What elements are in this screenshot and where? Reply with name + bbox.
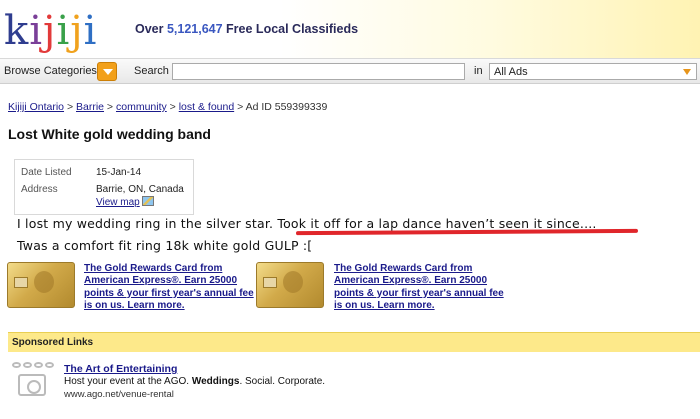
search-label: Search [134, 65, 169, 77]
sponsored-links-heading: Sponsored Links [12, 337, 94, 348]
chain-link-shape [23, 362, 32, 368]
map-icon[interactable] [141, 196, 154, 206]
in-label: in [474, 65, 483, 77]
breadcrumb-separator: > [104, 101, 116, 113]
sponsored-desc-bold: Weddings [191, 376, 240, 387]
tagline-prefix: Over [135, 22, 167, 36]
sponsored-links-header: Sponsored Links [8, 332, 700, 352]
chain-link-shape [12, 362, 21, 368]
address-label: Address [21, 184, 58, 195]
sponsored-link-description: Host your event at the AGO. Weddings. So… [64, 376, 325, 387]
breadcrumb-separator: > [234, 101, 246, 113]
listing-description-line-2: Twas a comfort fit ring 18k white gold G… [17, 238, 313, 253]
logo-letter: j [43, 8, 57, 54]
chain-link-shape [45, 362, 54, 368]
view-map-link[interactable]: View map [96, 197, 140, 208]
kijiji-logo[interactable]: k i j i j i [4, 5, 97, 51]
listing-title: Lost White gold wedding band [8, 126, 211, 142]
camera-body-shape [18, 374, 46, 396]
breadcrumb-separator: > [166, 101, 179, 113]
chain-link-shape [34, 362, 43, 368]
breadcrumb-link-community[interactable]: community [116, 101, 167, 113]
browse-categories-label[interactable]: Browse Categories [4, 65, 97, 77]
chevron-down-icon [683, 69, 691, 75]
logo-letter: k [4, 8, 30, 54]
sponsored-link-title[interactable]: The Art of Entertaining [64, 363, 177, 375]
site-tagline: Over 5,121,647 Free Local Classifieds [135, 22, 358, 36]
ad-link[interactable]: The Gold Rewards Card from American Expr… [84, 263, 254, 312]
camera-icon [12, 362, 58, 402]
logo-letter: i [83, 8, 98, 54]
listing-details-box: Date Listed 15-Jan-14 Address Barrie, ON… [14, 159, 194, 215]
credit-card-ad-image[interactable] [7, 262, 75, 308]
date-listed-value: 15-Jan-14 [96, 167, 142, 178]
search-input[interactable] [172, 63, 465, 80]
credit-card-ad-image[interactable] [256, 262, 324, 308]
listing-count: 5,121,647 [166, 22, 223, 36]
breadcrumb: Kijiji Ontario > Barrie > community > lo… [8, 101, 327, 113]
breadcrumb-separator: > [64, 101, 76, 113]
category-select-value: All Ads [494, 66, 528, 78]
sponsored-desc-suffix: . Social. Corporate. [239, 376, 326, 387]
view-map-wrapper: View map [96, 196, 154, 208]
search-bar: Browse Categories Search in All Ads [0, 58, 700, 84]
breadcrumb-link-barrie[interactable]: Barrie [76, 101, 104, 113]
breadcrumb-link-kijiji-ontario[interactable]: Kijiji Ontario [8, 101, 64, 113]
browse-categories-dropdown-icon[interactable] [97, 62, 117, 81]
sponsored-link-url[interactable]: www.ago.net/venue-rental [64, 389, 174, 400]
address-value: Barrie, ON, Canada [96, 184, 184, 195]
logo-letter: i [29, 8, 44, 54]
sponsored-desc-prefix: Host your event at the AGO. [64, 376, 192, 387]
category-select[interactable]: All Ads [489, 63, 697, 80]
tagline-suffix: Free Local Classifieds [222, 22, 359, 36]
ad-id: Ad ID 559399339 [245, 101, 328, 113]
site-header: k i j i j i Over 5,121,647 Free Local Cl… [0, 0, 700, 58]
date-listed-label: Date Listed [21, 167, 72, 178]
description-text-a: I lost my wedding ring in the silver sta… [17, 216, 278, 231]
breadcrumb-link-lost-found[interactable]: lost & found [179, 101, 234, 113]
logo-letter: i [56, 8, 71, 54]
logo-letter: j [70, 8, 84, 54]
ad-link[interactable]: The Gold Rewards Card from American Expr… [334, 263, 504, 312]
